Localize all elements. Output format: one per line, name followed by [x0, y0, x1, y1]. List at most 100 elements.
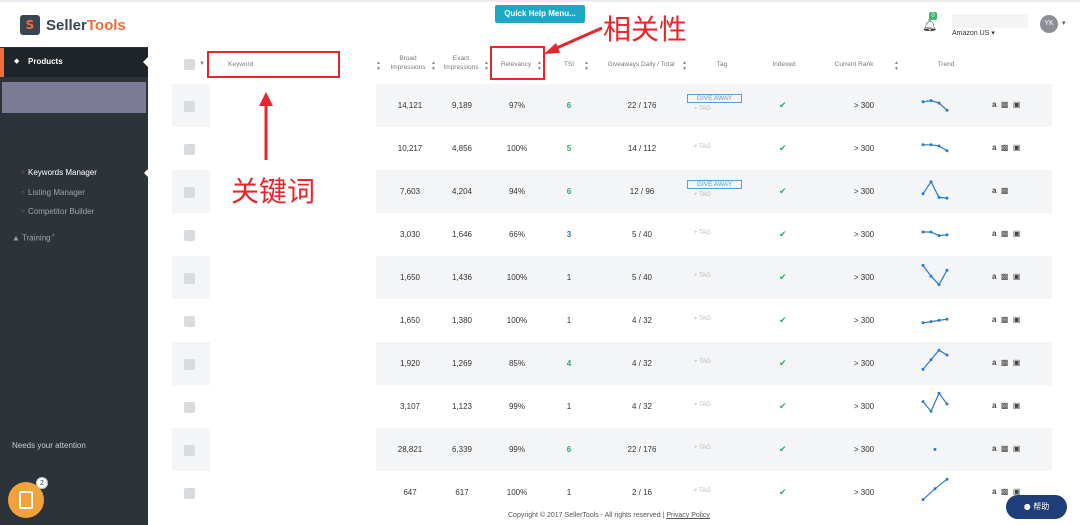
sidebar-item-products[interactable]: ◆ Products	[0, 48, 148, 77]
amazon-icon[interactable]: a	[992, 315, 996, 324]
chevron-down-icon[interactable]: ▾	[1062, 19, 1066, 27]
keyword-cell[interactable]	[210, 127, 376, 170]
keyword-cell[interactable]	[210, 342, 376, 385]
add-tag-button[interactable]: + TAG	[694, 192, 711, 198]
sort-icon[interactable]: ▲ ▼	[484, 60, 489, 72]
keyword-cell[interactable]	[210, 385, 376, 428]
sidebar-item-training[interactable]: ▲ Training↗	[12, 233, 55, 243]
column-header-current-rank[interactable]: Current Rank	[832, 60, 876, 69]
help-button[interactable]: ● 帮助	[1006, 495, 1067, 519]
sidebar-item-competitor-builder[interactable]: ○ Competitor Builder	[21, 207, 94, 216]
trend-sparkline[interactable]	[920, 347, 954, 377]
keyword-cell[interactable]	[210, 213, 376, 256]
add-tag-button[interactable]: + TAG	[694, 445, 711, 451]
select-all-checkbox[interactable]	[184, 59, 195, 70]
bar-chart-icon[interactable]: ▩	[1001, 272, 1009, 281]
sidebar-item-keywords-manager[interactable]: ○ Keywords Manager	[21, 168, 97, 177]
sidebar-selected-product[interactable]	[2, 82, 146, 113]
amazon-icon[interactable]: a	[992, 186, 996, 195]
add-tag-button[interactable]: + TAG	[694, 402, 711, 408]
sort-icon[interactable]: ▲ ▼	[894, 60, 899, 72]
table-row[interactable]: 3,030 1,646 66% 3 5 / 40 + TAG ✔ > 300 a ▩ ▣	[172, 213, 1052, 256]
column-header-giveaways[interactable]: Giveaways Daily / Total	[601, 60, 681, 69]
bar-chart-icon[interactable]: ▩	[1001, 401, 1009, 410]
add-tag-button[interactable]: + TAG	[694, 144, 711, 150]
trash-icon[interactable]: ▣	[1013, 315, 1021, 324]
table-row[interactable]: 1,650 1,436 100% 1 5 / 40 + TAG ✔ > 300 a ▩ ▣	[172, 256, 1052, 299]
trend-sparkline[interactable]	[920, 89, 954, 119]
marketplace-selector[interactable]: Amazon US ▾	[952, 29, 995, 37]
table-row[interactable]: 647 617 100% 1 2 / 16 + TAG ✔ > 300 a ▩ ▣	[172, 471, 1052, 514]
amazon-icon[interactable]: a	[992, 229, 996, 238]
amazon-icon[interactable]: a	[992, 100, 996, 109]
trend-sparkline[interactable]	[920, 218, 954, 248]
row-checkbox[interactable]	[184, 144, 195, 155]
row-checkbox[interactable]	[184, 488, 195, 499]
column-header-exact-impressions[interactable]: Exact Impressions	[441, 54, 481, 72]
trash-icon[interactable]: ▣	[1013, 272, 1021, 281]
giveaway-tag[interactable]: GIVE AWAY	[687, 180, 742, 189]
row-checkbox[interactable]	[184, 316, 195, 327]
sort-icon[interactable]: ▲ ▼	[376, 60, 381, 72]
sort-icon[interactable]: ▲ ▼	[431, 60, 436, 72]
trash-icon[interactable]: ▣	[1013, 229, 1021, 238]
trend-sparkline[interactable]	[920, 304, 954, 334]
logo[interactable]: S SellerTools	[20, 15, 126, 35]
keyword-cell[interactable]	[210, 428, 376, 471]
add-tag-button[interactable]: + TAG	[694, 106, 711, 112]
trash-icon[interactable]: ▣	[1013, 444, 1021, 453]
sort-icon[interactable]: ▲ ▼	[584, 60, 589, 72]
amazon-icon[interactable]: a	[992, 487, 996, 496]
table-row[interactable]: 1,920 1,269 85% 4 4 / 32 + TAG ✔ > 300 a ▩ ▣	[172, 342, 1052, 385]
add-tag-button[interactable]: + TAG	[694, 488, 711, 494]
keyword-cell[interactable]	[210, 299, 376, 342]
keyword-cell[interactable]	[210, 471, 376, 514]
trend-sparkline[interactable]	[920, 261, 954, 291]
amazon-icon[interactable]: a	[992, 358, 996, 367]
row-checkbox[interactable]	[184, 273, 195, 284]
table-row[interactable]: 28,821 6,339 99% 6 22 / 176 + TAG ✔ > 300 a ▩ ▣	[172, 428, 1052, 471]
add-tag-button[interactable]: + TAG	[694, 316, 711, 322]
avatar[interactable]: YK	[1040, 15, 1058, 33]
table-row[interactable]: 1,650 1,380 100% 1 4 / 32 + TAG ✔ > 300 a ▩ ▣	[172, 299, 1052, 342]
trash-icon[interactable]: ▣	[1013, 358, 1021, 367]
add-tag-button[interactable]: + TAG	[694, 230, 711, 236]
keyword-cell[interactable]	[210, 84, 376, 127]
amazon-icon[interactable]: a	[992, 272, 996, 281]
keyword-cell[interactable]	[210, 256, 376, 299]
trend-sparkline[interactable]	[920, 175, 954, 205]
table-row[interactable]: 14,121 9,189 97% 6 22 / 176 GIVE AWAY + TAG ✔ > …	[172, 84, 1052, 127]
bell-icon[interactable]: 🔔︎	[922, 18, 937, 32]
row-checkbox[interactable]	[184, 187, 195, 198]
bar-chart-icon[interactable]: ▩	[1001, 315, 1009, 324]
sort-icon[interactable]: ▲ ▼	[682, 60, 687, 72]
bar-chart-icon[interactable]: ▩	[1001, 444, 1009, 453]
row-checkbox[interactable]	[184, 402, 195, 413]
bar-chart-icon[interactable]: ▩	[1001, 229, 1009, 238]
bar-chart-icon[interactable]: ▩	[1001, 487, 1009, 496]
table-row[interactable]: 10,217 4,856 100% 5 14 / 112 + TAG ✔ > 300 a ▩ ▣	[172, 127, 1052, 170]
row-checkbox[interactable]	[184, 230, 195, 241]
row-checkbox[interactable]	[184, 359, 195, 370]
trend-sparkline[interactable]	[920, 132, 954, 162]
giveaway-tag[interactable]: GIVE AWAY	[687, 94, 742, 103]
column-header-broad-impressions[interactable]: Broad Impressions	[388, 54, 428, 72]
trash-icon[interactable]: ▣	[1013, 401, 1021, 410]
sidebar-item-listing-manager[interactable]: ○ Listing Manager	[21, 188, 85, 197]
store-name-box[interactable]	[952, 14, 1028, 28]
trash-icon[interactable]: ▣	[1013, 143, 1021, 152]
trend-sparkline[interactable]	[920, 476, 954, 506]
column-header-tsi[interactable]: TSI	[561, 60, 577, 69]
trash-icon[interactable]: ▣	[1013, 100, 1021, 109]
bar-chart-icon[interactable]: ▩	[1001, 100, 1009, 109]
chevron-down-icon[interactable]: ▼	[199, 61, 205, 67]
amazon-icon[interactable]: a	[992, 401, 996, 410]
row-checkbox[interactable]	[184, 445, 195, 456]
add-tag-button[interactable]: + TAG	[694, 359, 711, 365]
bar-chart-icon[interactable]: ▩	[1001, 143, 1009, 152]
add-tag-button[interactable]: + TAG	[694, 273, 711, 279]
bar-chart-icon[interactable]: ▩	[1001, 186, 1009, 195]
trend-sparkline[interactable]	[920, 390, 954, 420]
privacy-policy-link[interactable]: Privacy Policy	[666, 512, 710, 519]
table-row[interactable]: 3,107 1,123 99% 1 4 / 32 + TAG ✔ > 300 a ▩ ▣	[172, 385, 1052, 428]
